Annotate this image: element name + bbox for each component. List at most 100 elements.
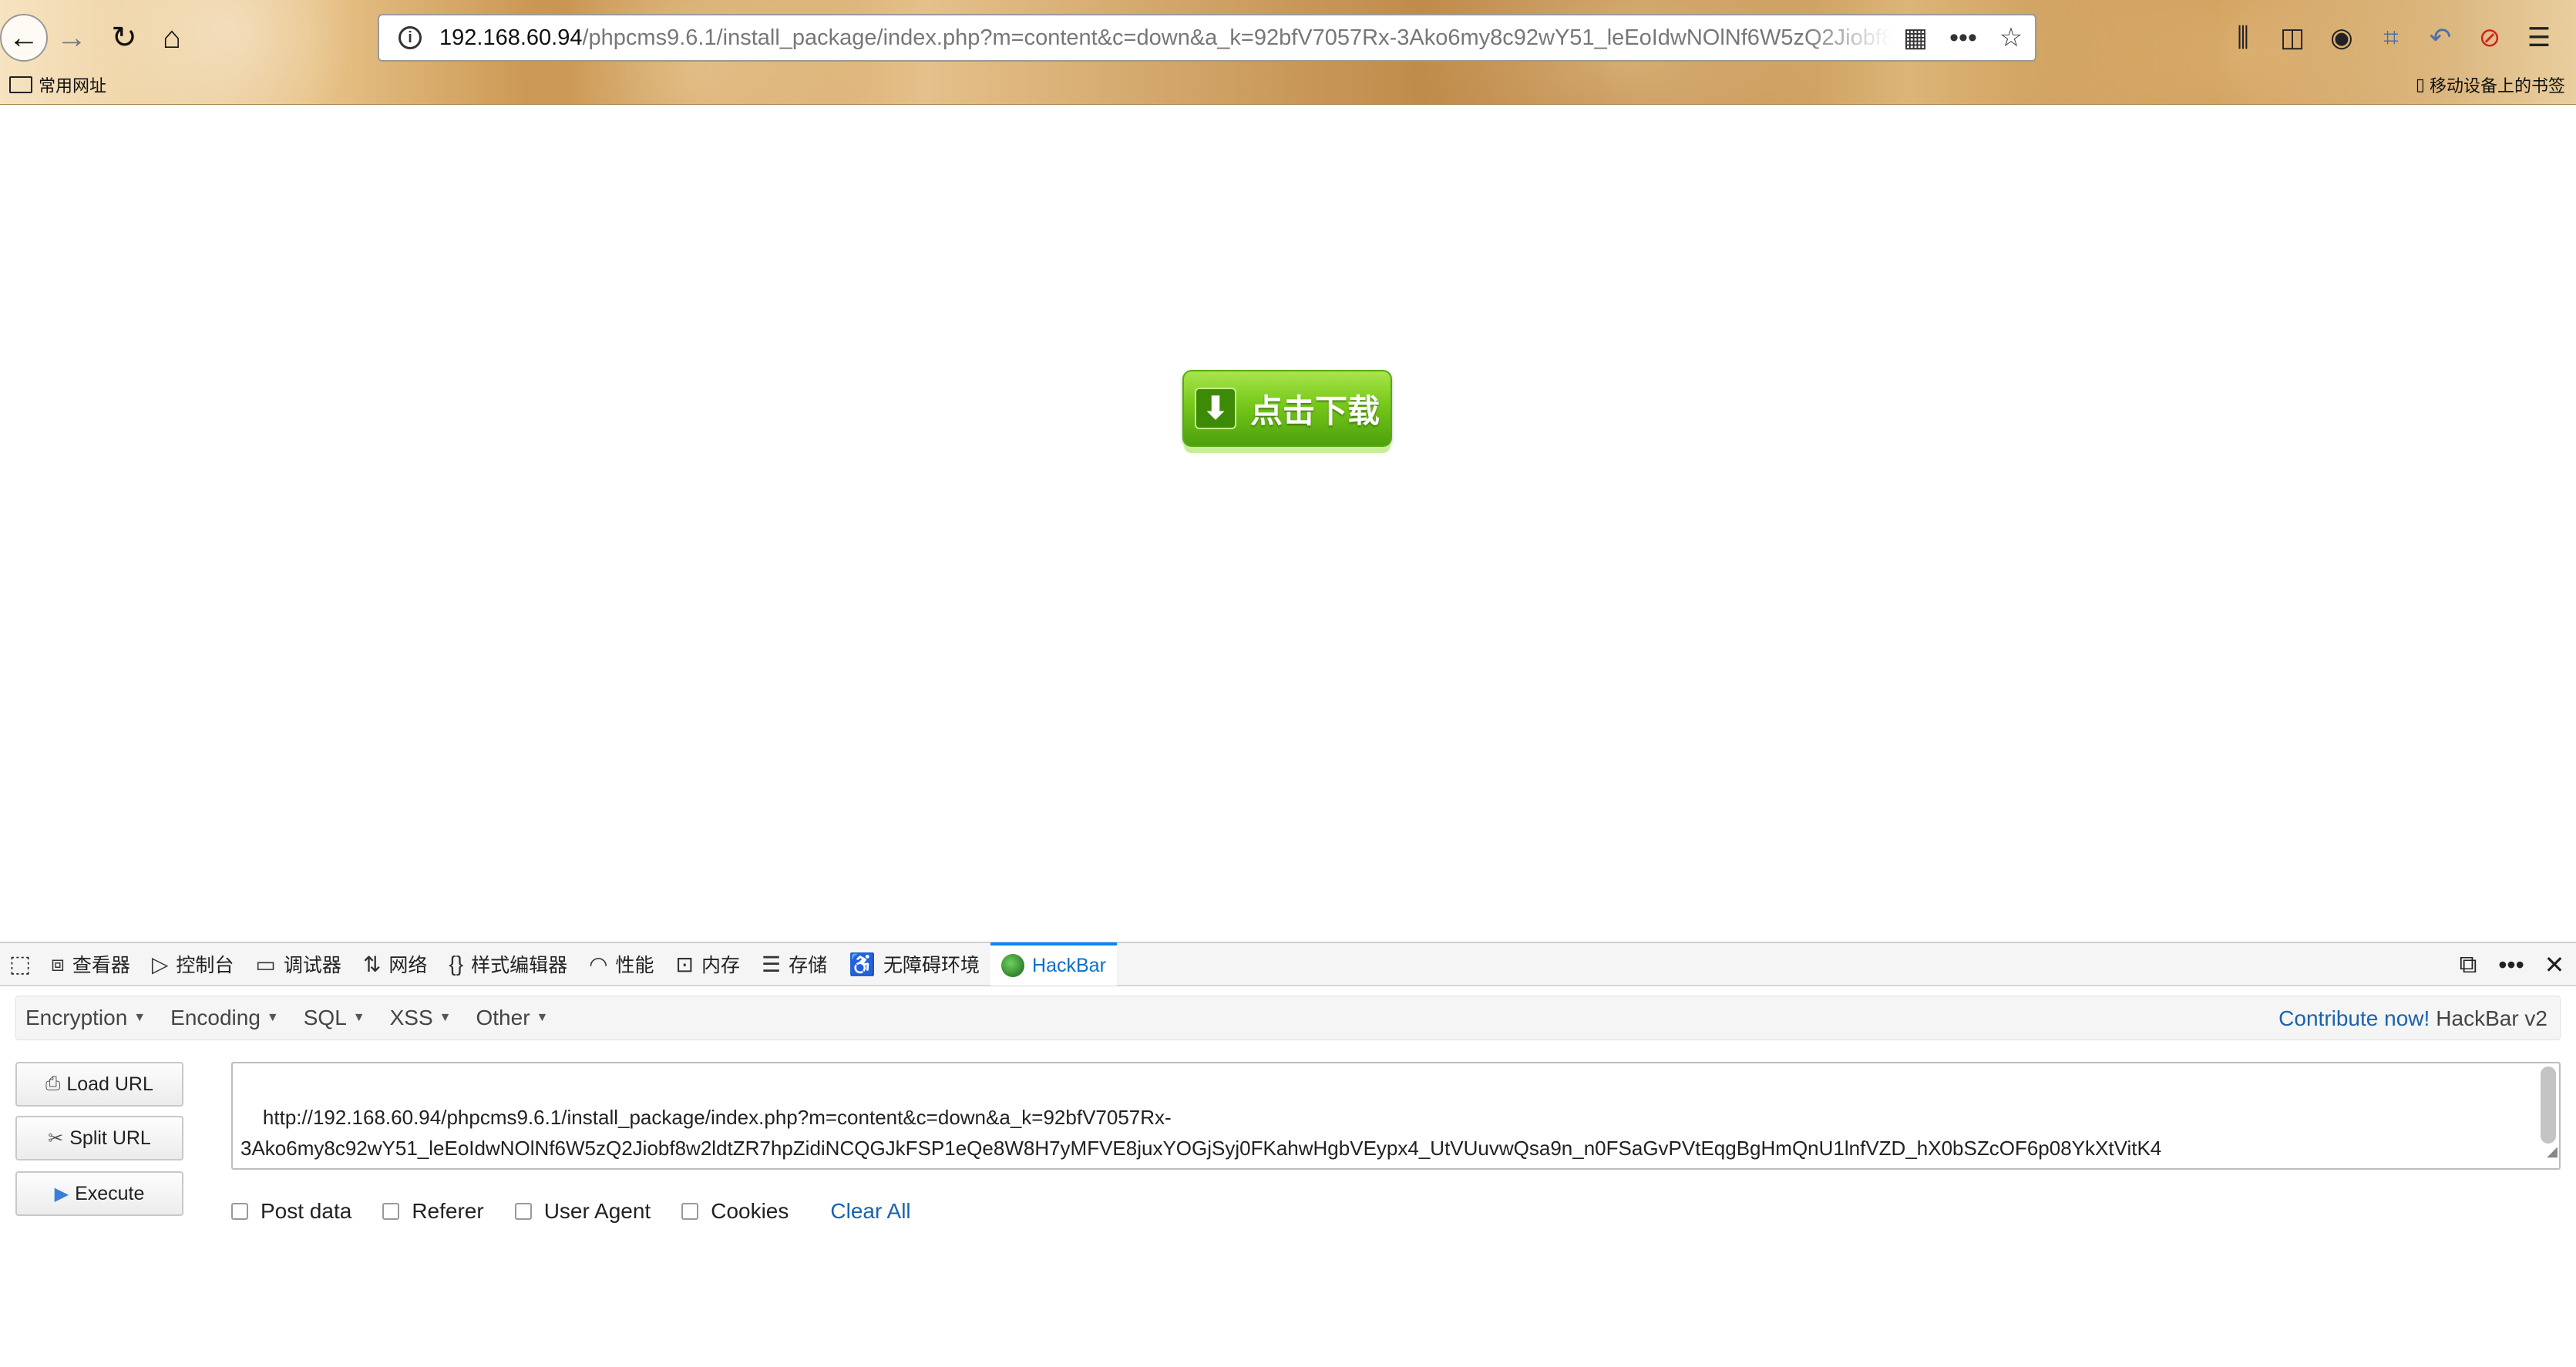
hackbar-url-textarea[interactable]: http://192.168.60.94/phpcms9.6.1/install… xyxy=(231,1062,2561,1170)
referer-label: Referer xyxy=(412,1199,484,1223)
sidebar-icon[interactable]: ◫ xyxy=(2268,14,2317,62)
menu-label: Encryption xyxy=(25,1006,128,1029)
browser-toolbar: ← → ↻ ⌂ i 192.168.60.94/phpcms9.6.1/inst… xyxy=(0,0,2576,105)
caret-down-icon: ▼ xyxy=(266,1011,279,1024)
devtools-panel: ⬚ ⧈ 查看器 ▷ 控制台 ▭ 调试器 ⇅ 网络 {} 样式编辑器 ◠ 性能 ⊡… xyxy=(0,942,2576,1367)
post-data-label: Post data xyxy=(261,1199,352,1223)
screenshot-icon[interactable]: ⌗ xyxy=(2366,14,2416,62)
cookies-label: Cookies xyxy=(711,1199,789,1223)
caret-down-icon: ▼ xyxy=(536,1011,549,1024)
storage-icon: ☰ xyxy=(762,952,782,976)
folder-icon xyxy=(9,76,32,93)
resize-handle-icon[interactable]: ◢ xyxy=(2547,1136,2558,1167)
menu-xss[interactable]: XSS ▼ xyxy=(381,1006,467,1030)
arrow-left-icon: ← xyxy=(8,20,39,55)
site-info-icon[interactable]: i xyxy=(390,18,430,58)
menu-sql[interactable]: SQL ▼ xyxy=(294,1006,381,1030)
menu-other[interactable]: Other ▼ xyxy=(467,1006,564,1030)
bookmark-star-icon[interactable]: ☆ xyxy=(1987,14,2035,62)
tab-accessibility[interactable]: ♿ 无障碍环境 xyxy=(838,942,990,986)
tab-label: 查看器 xyxy=(72,955,130,976)
extension-icon[interactable]: ↶ xyxy=(2416,14,2465,62)
menu-label: Encoding xyxy=(170,1006,261,1029)
blocker-icon[interactable]: ⊘ xyxy=(2465,14,2514,62)
page-actions-icon[interactable]: ••• xyxy=(1939,14,1987,62)
cookies-checkbox[interactable] xyxy=(681,1203,699,1220)
referer-option[interactable]: Referer xyxy=(382,1199,484,1224)
forward-button[interactable]: → xyxy=(48,14,96,62)
caret-down-icon: ▼ xyxy=(133,1011,146,1024)
download-button[interactable]: ⬇ 点击下载 xyxy=(1182,370,1392,447)
split-url-button[interactable]: ✂ Split URL xyxy=(15,1116,183,1160)
post-data-checkbox[interactable] xyxy=(231,1203,248,1220)
post-data-option[interactable]: Post data xyxy=(231,1199,351,1224)
bookmarks-bar: 常用网址 ▯ 移动设备上的书签 xyxy=(0,69,2576,103)
mobile-bookmarks-label: 移动设备上的书签 xyxy=(2429,76,2565,96)
contribute-link[interactable]: Contribute now! xyxy=(2278,1006,2430,1031)
style-editor-icon: {} xyxy=(449,952,464,976)
menu-label: Other xyxy=(476,1006,530,1029)
user-agent-option[interactable]: User Agent xyxy=(514,1199,651,1224)
home-button[interactable]: ⌂ xyxy=(148,14,196,62)
textarea-scrollbar[interactable] xyxy=(2541,1066,2556,1144)
url-text[interactable]: 192.168.60.94/phpcms9.6.1/install_packag… xyxy=(439,25,1892,51)
tab-storage[interactable]: ☰ 存储 xyxy=(751,942,838,986)
download-icon: ⬇ xyxy=(1195,388,1236,429)
menu-icon[interactable]: ☰ xyxy=(2514,14,2564,62)
execute-button[interactable]: ▶ Execute xyxy=(15,1171,183,1216)
qr-code-icon[interactable]: ▦ xyxy=(1892,14,1939,62)
tab-label: 调试器 xyxy=(283,955,341,976)
tab-label: 控制台 xyxy=(176,955,234,976)
element-picker-icon[interactable]: ⬚ xyxy=(0,942,40,986)
memory-icon: ⊡ xyxy=(675,952,694,976)
mobile-bookmarks[interactable]: ▯ 移动设备上的书签 xyxy=(2416,72,2565,97)
tab-debugger[interactable]: ▭ 调试器 xyxy=(244,942,351,986)
tab-label: 存储 xyxy=(789,955,828,976)
load-url-button[interactable]: ⎙ Load URL xyxy=(15,1062,183,1107)
tab-network[interactable]: ⇅ 网络 xyxy=(352,942,438,986)
user-agent-checkbox[interactable] xyxy=(514,1203,532,1220)
debugger-icon: ▭ xyxy=(255,952,276,976)
tab-label: HackBar xyxy=(1032,954,1106,976)
bookmark-folder[interactable]: 常用网址 xyxy=(9,72,106,97)
referer-checkbox[interactable] xyxy=(382,1203,400,1220)
tab-memory[interactable]: ⊡ 内存 xyxy=(665,942,751,986)
tab-console[interactable]: ▷ 控制台 xyxy=(141,942,245,986)
tab-inspector[interactable]: ⧈ 查看器 xyxy=(40,942,141,986)
mobile-device-icon: ▯ xyxy=(2415,75,2425,94)
more-options-icon[interactable]: ••• xyxy=(2490,941,2533,989)
reload-button[interactable]: ↻ xyxy=(100,14,148,62)
url-path: /phpcms9.6.1/install_package/index.php?m… xyxy=(582,25,1892,50)
hackbar-version: HackBar v2 xyxy=(2436,1006,2547,1030)
clear-all-link[interactable]: Clear All xyxy=(830,1199,910,1224)
toolbar-right: ⫼ ◫ ◉ ⌗ ↶ ⊘ ☰ xyxy=(2218,14,2564,62)
hackbar-icon xyxy=(1001,954,1025,977)
tab-label: 网络 xyxy=(388,955,428,976)
close-icon[interactable]: ✕ xyxy=(2533,941,2576,989)
caret-down-icon: ▼ xyxy=(352,1011,365,1024)
menu-encryption[interactable]: Encryption ▼ xyxy=(16,1006,161,1030)
tab-style-editor[interactable]: {} 样式编辑器 xyxy=(438,942,578,986)
hackbar-menu-bar: Encryption ▼ Encoding ▼ SQL ▼ XSS ▼ Other ▼ C… xyxy=(15,996,2561,1040)
reload-icon: ↻ xyxy=(111,21,137,55)
url-bar[interactable]: i 192.168.60.94/phpcms9.6.1/install_pack… xyxy=(378,14,2036,62)
tab-hackbar[interactable]: HackBar xyxy=(990,942,1117,986)
split-url-label: Split URL xyxy=(69,1127,151,1149)
console-icon: ▷ xyxy=(151,952,169,976)
execute-label: Execute xyxy=(75,1182,145,1204)
arrow-right-icon: → xyxy=(56,20,87,55)
scissors-icon: ✂ xyxy=(48,1127,64,1149)
play-icon: ▶ xyxy=(54,1183,69,1204)
tab-label: 样式编辑器 xyxy=(471,955,568,976)
url-host: 192.168.60.94 xyxy=(439,25,583,50)
back-button[interactable]: ← xyxy=(0,14,48,62)
download-button-label: 点击下载 xyxy=(1250,392,1380,429)
library-icon[interactable]: ⫼ xyxy=(2218,14,2268,62)
dock-icon[interactable]: ⧉ xyxy=(2447,941,2490,989)
load-url-icon: ⎙ xyxy=(45,1073,61,1094)
account-icon[interactable]: ◉ xyxy=(2317,14,2366,62)
cookies-option[interactable]: Cookies xyxy=(681,1199,789,1224)
tab-performance[interactable]: ◠ 性能 xyxy=(578,942,664,986)
menu-encoding[interactable]: Encoding ▼ xyxy=(161,1006,294,1030)
page-content: ⬇ 点击下载 xyxy=(0,105,2576,942)
